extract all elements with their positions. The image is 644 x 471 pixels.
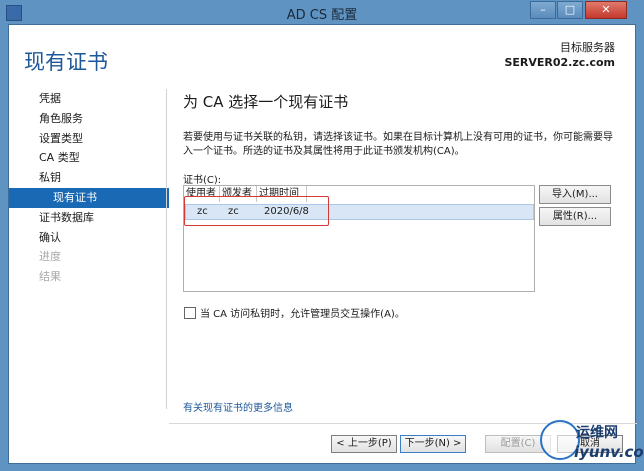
nav-item-results: 结果 — [39, 270, 61, 284]
properties-button[interactable]: 属性(R)... — [539, 207, 611, 226]
wizard-nav: 凭据 角色服务 设置类型 CA 类型 私钥 现有证书 证书数据库 确认 进度 结… — [9, 89, 169, 287]
wizard-client-area: 现有证书 目标服务器 SERVER02.zc.com 凭据 角色服务 设置类型 … — [8, 24, 637, 464]
target-server-label: 目标服务器 — [560, 41, 615, 54]
watermark-top-text: 运维网 — [576, 425, 618, 441]
allow-admin-interaction-label[interactable]: 当 CA 访问私钥时，允许管理员交互操作(A)。 — [200, 305, 405, 320]
allow-admin-interaction-checkbox[interactable] — [184, 307, 196, 319]
more-info-link[interactable]: 有关现有证书的更多信息 — [183, 399, 293, 414]
watermark-logo: 运维网 iyunv.com — [540, 418, 644, 466]
close-button[interactable]: ✕ — [585, 1, 627, 19]
watermark-url-text: iyunv.com — [574, 443, 644, 461]
nav-item-ca-type[interactable]: CA 类型 — [9, 148, 169, 168]
import-button[interactable]: 导入(M)... — [539, 185, 611, 204]
nav-item-existing-cert[interactable]: 现有证书 — [9, 187, 169, 208]
nav-item-cert-database[interactable]: 证书数据库 — [9, 208, 169, 228]
highlight-annotation-box — [184, 196, 329, 226]
nav-item-role-services[interactable]: 角色服务 — [9, 109, 169, 129]
prev-button[interactable]: < 上一步(P) — [331, 435, 397, 453]
cert-list-label: 证书(C): — [183, 175, 222, 186]
nav-item-private-key[interactable]: 私钥 — [9, 168, 169, 188]
title-bar[interactable]: AD CS 配置 – □ ✕ — [0, 0, 644, 24]
description-text: 若要使用与证书关联的私钥，请选择该证书。如果在目标计算机上没有可用的证书，你可能… — [183, 132, 613, 157]
nav-item-credentials[interactable]: 凭据 — [9, 89, 169, 109]
minimize-button[interactable]: – — [530, 1, 556, 19]
section-title: 为 CA 选择一个现有证书 — [183, 93, 349, 111]
nav-item-setup-type[interactable]: 设置类型 — [9, 129, 169, 149]
nav-item-confirmation[interactable]: 确认 — [9, 228, 169, 248]
page-title: 现有证书 — [24, 50, 108, 74]
maximize-button[interactable]: □ — [557, 1, 583, 19]
next-button[interactable]: 下一步(N) > — [400, 435, 466, 453]
nav-item-progress: 进度 — [39, 250, 61, 264]
target-server-value: SERVER02.zc.com — [504, 56, 615, 69]
nav-divider — [166, 89, 167, 409]
window-frame: AD CS 配置 – □ ✕ 现有证书 目标服务器 SERVER02.zc.co… — [0, 0, 644, 471]
